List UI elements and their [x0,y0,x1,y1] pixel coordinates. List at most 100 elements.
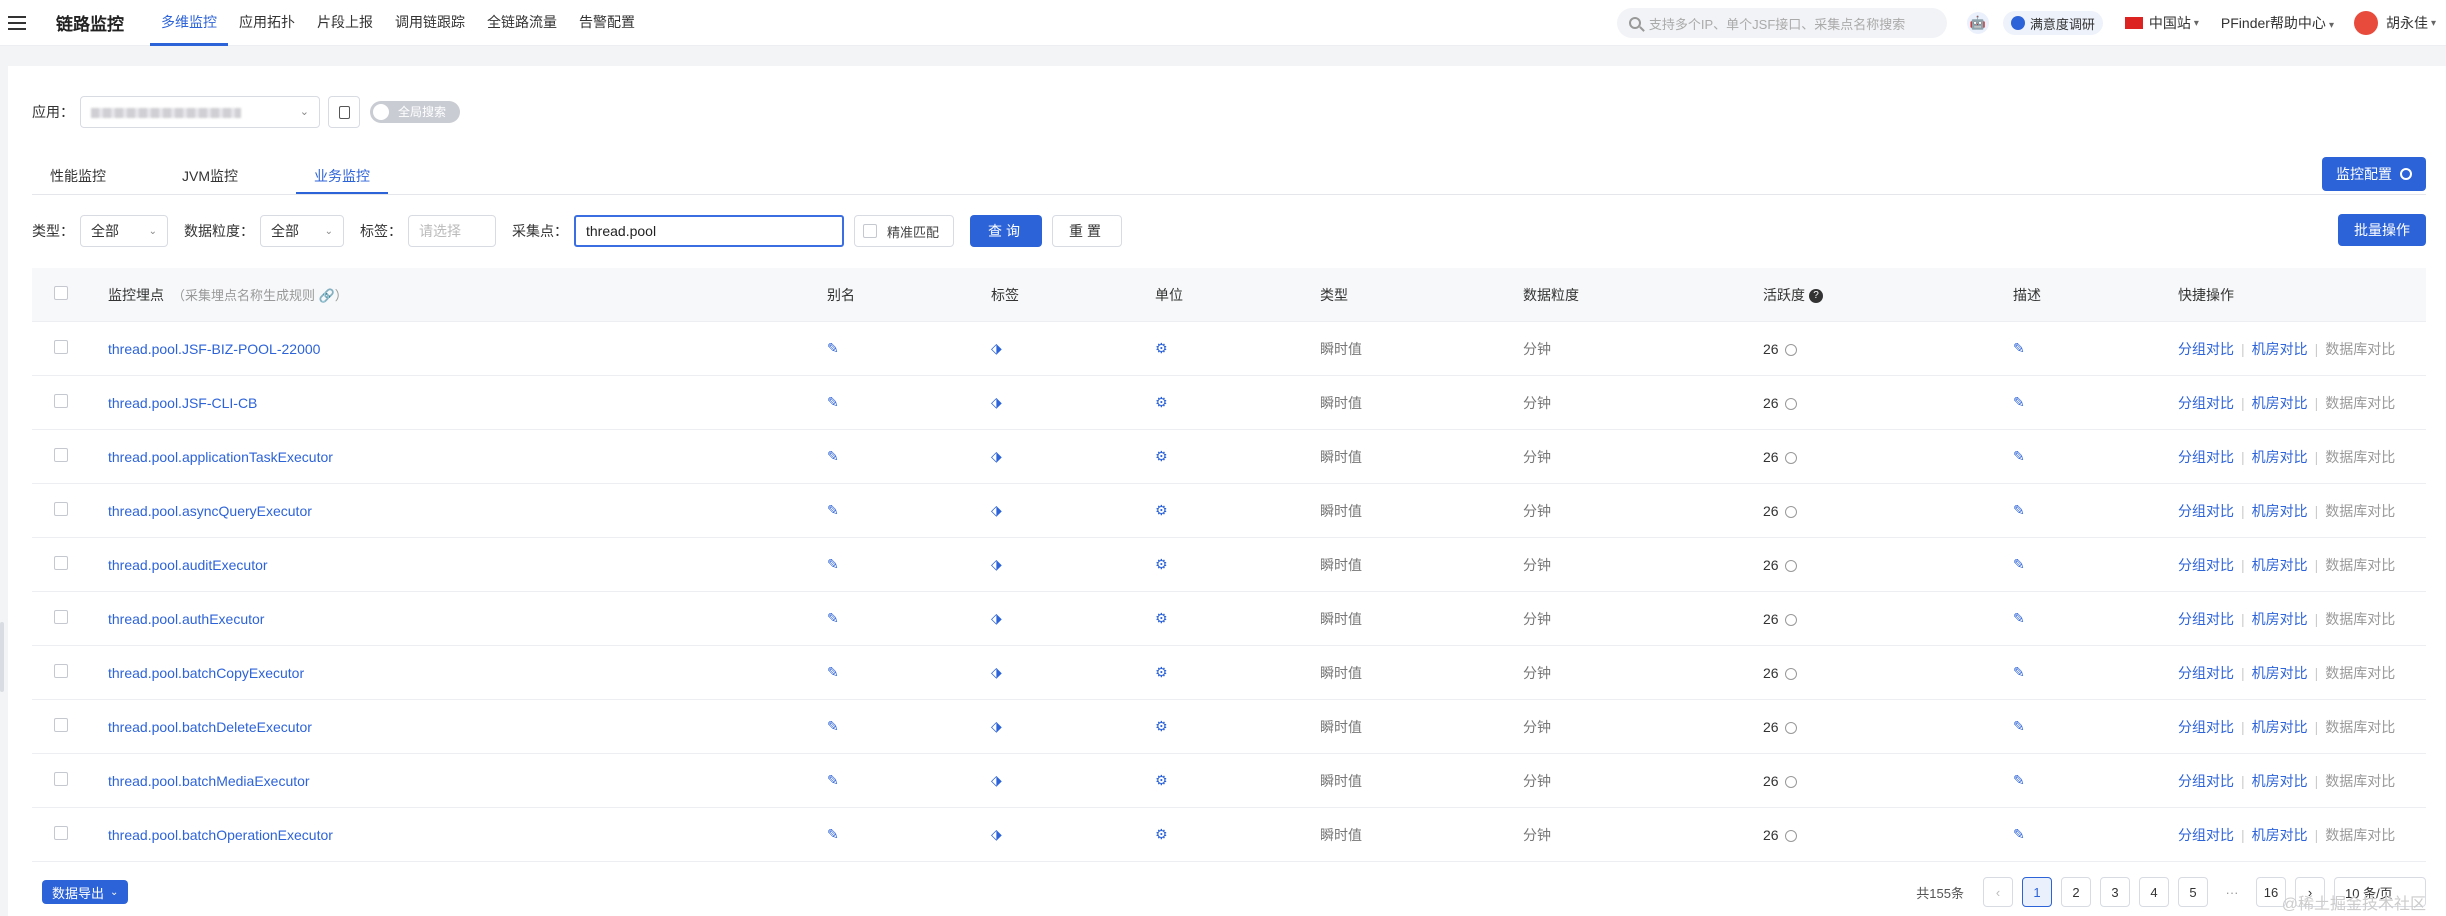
row-checkbox[interactable] [54,340,68,354]
tag-icon[interactable]: ⬗ [991,556,1002,572]
settings-icon[interactable]: ⚙ [1155,340,1168,356]
row-checkbox[interactable] [54,826,68,840]
group-compare-link[interactable]: 分组对比 [2178,395,2234,411]
clock-icon[interactable] [1784,667,1797,680]
group-compare-link[interactable]: 分组对比 [2178,503,2234,519]
point-name-link[interactable]: thread.pool.JSF-CLI-CB [108,395,257,411]
site-selector[interactable]: 中国站 ▾ [2124,13,2199,33]
clock-icon[interactable] [1784,343,1797,356]
exact-match-checkbox[interactable]: 精准匹配 [854,215,954,247]
page-4[interactable]: 4 [2139,877,2169,907]
tag-icon[interactable]: ⬗ [991,502,1002,518]
group-compare-link[interactable]: 分组对比 [2178,449,2234,465]
row-checkbox[interactable] [54,610,68,624]
nav-item-3[interactable]: 调用链跟踪 [384,0,476,46]
group-compare-link[interactable]: 分组对比 [2178,557,2234,573]
edit-icon[interactable]: ✎ [827,826,839,842]
room-compare-link[interactable]: 机房对比 [2252,827,2308,843]
clock-icon[interactable] [1784,613,1797,626]
group-compare-link[interactable]: 分组对比 [2178,665,2234,681]
edit-desc-icon[interactable]: ✎ [2013,664,2025,680]
room-compare-link[interactable]: 机房对比 [2252,611,2308,627]
reset-button[interactable]: 重置 [1052,215,1122,247]
edit-desc-icon[interactable]: ✎ [2013,826,2025,842]
page-1[interactable]: 1 [2022,877,2052,907]
survey-button[interactable]: 满意度调研 [2002,11,2103,35]
tab-1[interactable]: JVM监控 [164,159,256,194]
global-search-input[interactable]: 支持多个IP、单个JSF接口、采集点名称搜索 [1616,8,1947,38]
page-2[interactable]: 2 [2061,877,2091,907]
settings-icon[interactable]: ⚙ [1155,664,1168,680]
settings-icon[interactable]: ⚙ [1155,610,1168,626]
row-checkbox[interactable] [54,394,68,408]
page-3[interactable]: 3 [2100,877,2130,907]
clock-icon[interactable] [1784,559,1797,572]
page-5[interactable]: 5 [2178,877,2208,907]
tag-icon[interactable]: ⬗ [991,826,1002,842]
tag-icon[interactable]: ⬗ [991,664,1002,680]
clock-icon[interactable] [1784,721,1797,734]
point-name-link[interactable]: thread.pool.batchDeleteExecutor [108,719,312,735]
group-compare-link[interactable]: 分组对比 [2178,611,2234,627]
menu-icon[interactable] [8,15,26,30]
point-name-link[interactable]: thread.pool.JSF-BIZ-POOL-22000 [108,341,320,357]
clock-icon[interactable] [1784,505,1797,518]
room-compare-link[interactable]: 机房对比 [2252,341,2308,357]
point-name-link[interactable]: thread.pool.batchOperationExecutor [108,827,333,843]
settings-icon[interactable]: ⚙ [1155,772,1168,788]
room-compare-link[interactable]: 机房对比 [2252,557,2308,573]
edit-icon[interactable]: ✎ [827,610,839,626]
point-name-link[interactable]: thread.pool.auditExecutor [108,557,268,573]
group-compare-link[interactable]: 分组对比 [2178,341,2234,357]
settings-icon[interactable]: ⚙ [1155,826,1168,842]
settings-icon[interactable]: ⚙ [1155,448,1168,464]
help-center-link[interactable]: PFinder帮助中心 ▾ [2221,13,2334,33]
edit-icon[interactable]: ✎ [827,556,839,572]
row-checkbox[interactable] [54,556,68,570]
nav-item-0[interactable]: 多维监控 [150,0,228,46]
point-name-link[interactable]: thread.pool.batchMediaExecutor [108,773,310,789]
edit-icon[interactable]: ✎ [827,394,839,410]
room-compare-link[interactable]: 机房对比 [2252,395,2308,411]
edit-desc-icon[interactable]: ✎ [2013,610,2025,626]
edit-icon[interactable]: ✎ [827,772,839,788]
nav-item-4[interactable]: 全链路流量 [476,0,568,46]
row-checkbox[interactable] [54,502,68,516]
room-compare-link[interactable]: 机房对比 [2252,719,2308,735]
app-select[interactable]: ⌄ [80,96,320,128]
point-name-link[interactable]: thread.pool.batchCopyExecutor [108,665,304,681]
group-compare-link[interactable]: 分组对比 [2178,719,2234,735]
tag-icon[interactable]: ⬗ [991,610,1002,626]
type-select[interactable]: 全部 ⌄ [80,215,168,247]
nav-item-1[interactable]: 应用拓扑 [228,0,306,46]
clock-icon[interactable] [1784,829,1797,842]
export-data-button[interactable]: 数据导出 ⌄ [42,880,129,904]
edit-icon[interactable]: ✎ [827,448,839,464]
page-ellipsis[interactable]: ··· [2217,877,2247,907]
global-search-toggle[interactable]: 全局搜索 [370,101,460,123]
edit-desc-icon[interactable]: ✎ [2013,502,2025,518]
tag-icon[interactable]: ⬗ [991,394,1002,410]
settings-icon[interactable]: ⚙ [1155,394,1168,410]
row-checkbox[interactable] [54,448,68,462]
point-name-link[interactable]: thread.pool.authExecutor [108,611,264,627]
nav-item-2[interactable]: 片段上报 [306,0,384,46]
point-name-link[interactable]: thread.pool.applicationTaskExecutor [108,449,333,465]
edit-icon[interactable]: ✎ [827,340,839,356]
naming-rule-link[interactable]: （采集埋点名称生成规则 🔗） [172,288,348,303]
settings-icon[interactable]: ⚙ [1155,502,1168,518]
group-compare-link[interactable]: 分组对比 [2178,773,2234,789]
edit-desc-icon[interactable]: ✎ [2013,718,2025,734]
edit-desc-icon[interactable]: ✎ [2013,340,2025,356]
room-compare-link[interactable]: 机房对比 [2252,665,2308,681]
select-all-checkbox[interactable] [54,286,68,300]
settings-icon[interactable]: ⚙ [1155,718,1168,734]
clock-icon[interactable] [1784,397,1797,410]
row-checkbox[interactable] [54,718,68,732]
user-menu[interactable]: 胡永佳 ▾ [2353,11,2436,35]
room-compare-link[interactable]: 机房对比 [2252,773,2308,789]
tag-icon[interactable]: ⬗ [991,340,1002,356]
room-compare-link[interactable]: 机房对比 [2252,503,2308,519]
edit-icon[interactable]: ✎ [827,502,839,518]
clock-icon[interactable] [1784,451,1797,464]
